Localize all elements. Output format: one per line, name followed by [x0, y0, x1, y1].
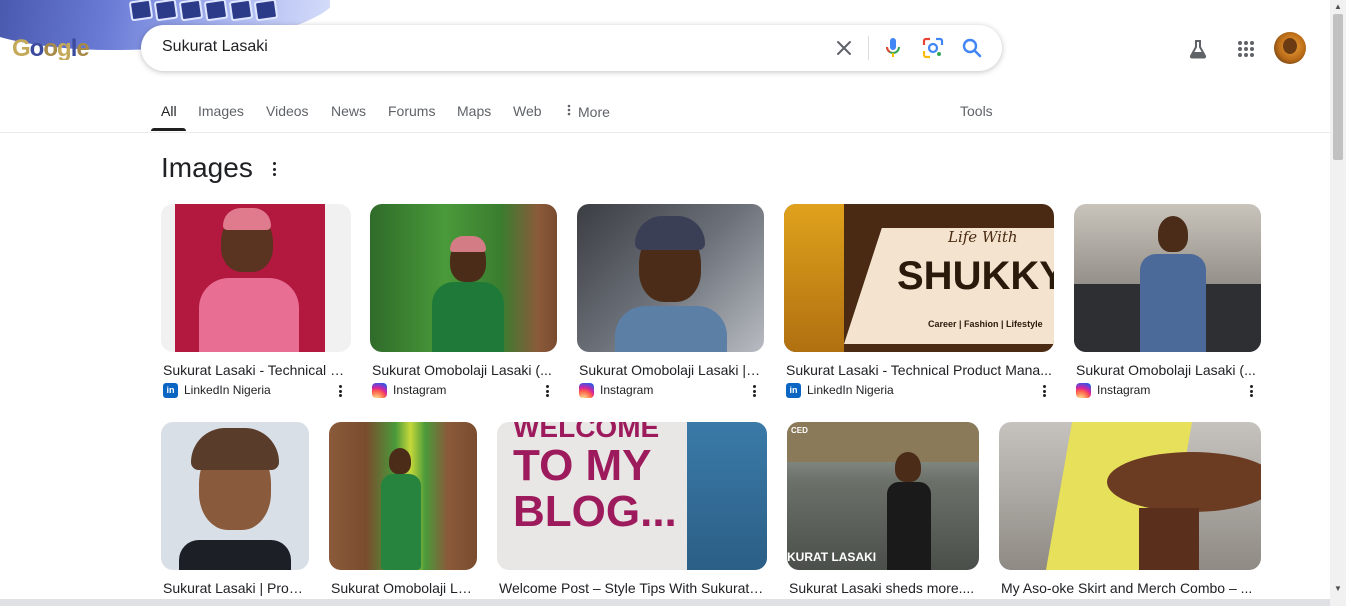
image-result[interactable]: Sukurat Omobolaji Lasaki | I... Instagra… [577, 204, 764, 404]
result-caption[interactable]: Sukurat Omobolaji Lasaki | I... [579, 362, 762, 378]
instagram-icon [579, 382, 594, 398]
images-section-title: Images [161, 152, 253, 183]
overlay-badge: CED [791, 426, 808, 435]
result-caption[interactable]: Sukurat Lasaki - Technical Product Mana.… [786, 362, 1052, 378]
image-result[interactable]: Sukurat Omobolaji Lasaki (... Instagram [1074, 204, 1261, 404]
result-thumbnail[interactable] [161, 204, 351, 352]
apps-grid-icon[interactable] [1234, 37, 1258, 61]
tab-more[interactable]: More [567, 103, 610, 120]
overlay-title-text: SHUKKY [897, 254, 1054, 298]
page-scrollbar[interactable]: ▲ ▼ [1330, 0, 1346, 606]
result-thumbnail[interactable] [1074, 204, 1261, 352]
overlay-line: TO MY [513, 441, 652, 490]
tab-more-label: More [578, 104, 610, 120]
avatar[interactable] [1274, 32, 1306, 64]
overlay-script-text: Life With [948, 228, 1018, 246]
section-more-icon[interactable] [266, 160, 282, 178]
result-caption[interactable]: Welcome Post – Style Tips With Sukurat L… [499, 580, 765, 596]
result-more-icon[interactable] [1245, 384, 1257, 398]
instagram-icon [372, 382, 387, 398]
result-thumbnail[interactable] [370, 204, 557, 352]
result-caption[interactable]: Sukurat Omobolaji Lasaki (... [1076, 362, 1259, 378]
image-result[interactable]: Sukurat Omobolaji Lasaki (... Instagram [370, 204, 557, 404]
tab-web[interactable]: Web [513, 103, 542, 119]
result-caption[interactable]: Sukurat Lasaki - Technical P... [163, 362, 349, 378]
result-caption[interactable]: Sukurat Omobolaji Lasaki (... [372, 362, 555, 378]
tab-news[interactable]: News [331, 103, 366, 119]
image-result[interactable]: Sukurat Lasaki | Prod... [161, 422, 309, 602]
search-input[interactable]: Sukurat Lasaki [162, 38, 268, 56]
result-caption[interactable]: Sukurat Lasaki sheds more.... [789, 580, 977, 596]
result-more-icon[interactable] [334, 384, 346, 398]
lens-icon[interactable] [921, 36, 945, 60]
result-more-icon[interactable] [1038, 384, 1050, 398]
result-source[interactable]: Instagram [372, 381, 446, 399]
result-thumbnail[interactable]: WELCOME TO MY BLOG... [497, 422, 767, 570]
overlay-line: BLOG... [513, 487, 677, 536]
result-caption[interactable]: My Aso-oke Skirt and Merch Combo – ... [1001, 580, 1259, 596]
linkedin-icon: in [163, 382, 178, 398]
tab-forums[interactable]: Forums [388, 103, 435, 119]
image-result[interactable]: WELCOME TO MY BLOG... Welcome Post – Sty… [497, 422, 767, 602]
result-source[interactable]: in LinkedIn Nigeria [786, 381, 894, 399]
search-tabs: All Images Videos News Forums Maps Web M… [0, 95, 1330, 133]
google-logo[interactable]: Google [12, 35, 90, 60]
image-result[interactable]: Sukurat Omobolaji La... [329, 422, 477, 602]
result-thumbnail[interactable] [999, 422, 1261, 570]
tab-videos[interactable]: Videos [266, 103, 309, 119]
image-result[interactable]: Life With SHUKKY Career | Fashion | Life… [784, 204, 1054, 404]
image-result[interactable]: Sukurat Lasaki - Technical P... in Linked… [161, 204, 351, 404]
result-more-icon[interactable] [748, 384, 760, 398]
bottom-edge [0, 599, 1330, 606]
linkedin-icon: in [786, 382, 801, 398]
result-thumbnail[interactable]: CED KURAT LASAKI [787, 422, 979, 570]
mic-icon[interactable] [881, 36, 905, 60]
image-result[interactable]: My Aso-oke Skirt and Merch Combo – ... [999, 422, 1261, 602]
active-tab-indicator [151, 128, 186, 131]
image-result[interactable]: CED KURAT LASAKI Sukurat Lasaki sheds mo… [787, 422, 979, 602]
instagram-icon [1076, 382, 1091, 398]
result-caption[interactable]: Sukurat Omobolaji La... [331, 580, 475, 596]
result-source[interactable]: Instagram [1076, 381, 1150, 399]
flask-icon[interactable] [1186, 37, 1210, 61]
result-thumbnail[interactable] [329, 422, 477, 570]
tab-maps[interactable]: Maps [457, 103, 491, 119]
result-thumbnail[interactable] [577, 204, 764, 352]
result-source[interactable]: in LinkedIn Nigeria [163, 381, 271, 399]
overlay-text: KURAT LASAKI [787, 550, 877, 564]
overlay-line: WELCOME [513, 422, 660, 443]
close-icon[interactable] [832, 36, 856, 60]
tab-images[interactable]: Images [198, 103, 244, 119]
scroll-up-icon[interactable]: ▲ [1334, 2, 1342, 11]
scroll-down-icon[interactable]: ▼ [1334, 584, 1342, 593]
result-thumbnail[interactable]: Life With SHUKKY Career | Fashion | Life… [784, 204, 1054, 352]
result-caption[interactable]: Sukurat Lasaki | Prod... [163, 580, 307, 596]
result-source[interactable]: Instagram [579, 381, 653, 399]
more-vert-icon [567, 103, 573, 119]
tab-all[interactable]: All [161, 103, 177, 119]
search-box[interactable]: Sukurat Lasaki [141, 25, 1002, 71]
scroll-thumb[interactable] [1333, 14, 1343, 160]
tools-button[interactable]: Tools [960, 103, 993, 119]
result-thumbnail[interactable] [161, 422, 309, 570]
search-icon[interactable] [960, 36, 984, 60]
result-more-icon[interactable] [541, 384, 553, 398]
overlay-tagline-text: Career | Fashion | Lifestyle [928, 319, 1043, 329]
header: Google Sukurat Lasaki [0, 0, 1330, 95]
